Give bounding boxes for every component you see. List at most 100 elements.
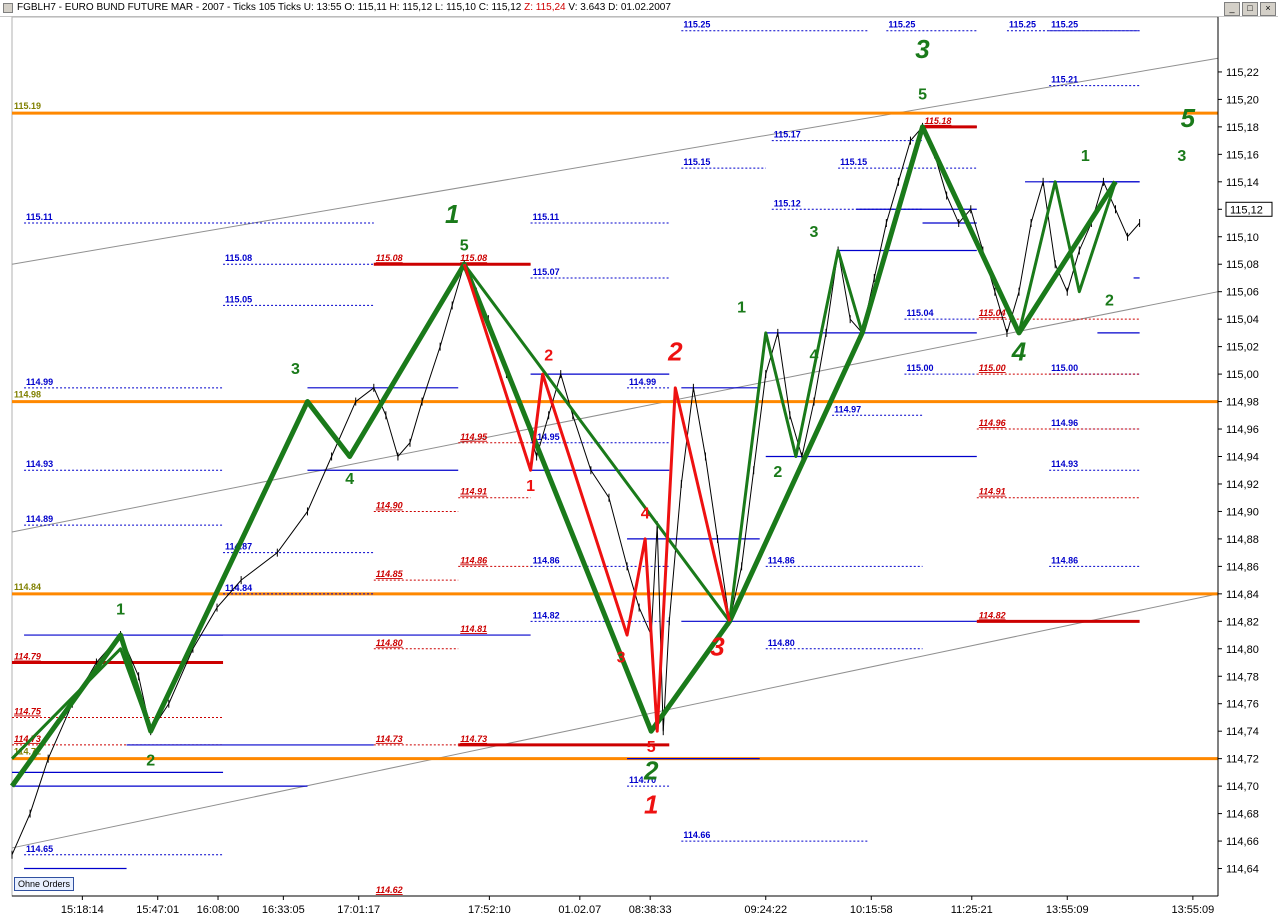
level-label-blue: 115.00	[906, 363, 933, 373]
y-tick-label: 115,14	[1226, 177, 1259, 189]
level-label-red: 114.75	[14, 706, 42, 716]
level-label-blue: 115.21	[1051, 75, 1078, 85]
wave-label-green: 2	[1105, 292, 1114, 309]
wave-label-red: 3	[710, 632, 725, 662]
level-label-red: 114.73	[376, 734, 403, 744]
level-label-red: 114.62	[376, 885, 403, 895]
y-tick-label: 114,86	[1226, 561, 1259, 573]
y-tick-label: 114,70	[1226, 781, 1259, 793]
level-label-blue: 114.86	[1051, 555, 1078, 565]
level-label-red: 114.82	[979, 610, 1006, 620]
x-tick-label: 13:55:09	[1171, 904, 1214, 916]
y-tick-label: 115,04	[1226, 314, 1259, 326]
y-tick-label: 114,78	[1226, 671, 1259, 683]
price-chart[interactable]: 115.19114.98114.84114.72115.25 115.25 115.…	[0, 0, 1278, 917]
y-tick-label: 114,98	[1226, 397, 1259, 409]
x-tick-label: 09:24:22	[744, 904, 787, 916]
wave-label-green: 4	[1011, 336, 1027, 366]
x-tick-label: 08:38:33	[629, 904, 672, 916]
level-label-blue: 114.89	[26, 514, 53, 524]
level-label-blue: 114.86	[768, 555, 795, 565]
x-tick-label: 15:18:14	[61, 904, 104, 916]
level-label-red: 114.81	[460, 624, 487, 634]
wave-label-green: 3	[915, 34, 930, 64]
wave-label-green: 5	[918, 86, 927, 103]
wave-label-red: 2	[667, 336, 683, 366]
level-label-blue: 114.65	[26, 844, 53, 854]
level-label-blue: 114.93	[26, 459, 53, 469]
wave-label-green: 2	[643, 755, 659, 785]
level-label-red: 114.95	[460, 432, 488, 442]
y-tick-label: 115,02	[1226, 342, 1259, 354]
x-tick-label: 01.02.07	[558, 904, 601, 916]
y-tick-label: 115,16	[1226, 149, 1259, 161]
wave-label-green: 1	[1081, 148, 1090, 165]
wave-label-green: 5	[1181, 103, 1196, 133]
wave-label-green: 4	[345, 471, 354, 488]
wave-label-red: 1	[644, 790, 658, 820]
level-label-red: 114.80	[376, 638, 403, 648]
x-tick-label: 16:08:00	[197, 904, 240, 916]
last-price-label: 115,12	[1230, 204, 1263, 216]
level-label-blue: 115.04	[906, 308, 933, 318]
level-label-blue: 115.25	[683, 20, 710, 30]
level-label-blue: 114.97	[834, 404, 861, 414]
y-tick-label: 114,72	[1226, 754, 1259, 766]
y-tick-label: 115,06	[1226, 287, 1259, 299]
level-label-red: 115.08	[376, 253, 403, 263]
y-tick-label: 115,20	[1226, 94, 1259, 106]
level-label-blue: 115.07	[533, 267, 560, 277]
y-tick-label: 114,80	[1226, 644, 1259, 656]
level-label-blue: 114.96	[1051, 418, 1078, 428]
x-tick-label: 10:15:58	[850, 904, 893, 916]
ohne-orders-button[interactable]: Ohne Orders	[14, 877, 75, 891]
wave-label-red: 4	[641, 505, 650, 522]
level-label-red: 114.96	[979, 418, 1007, 428]
y-tick-label: 114,66	[1226, 836, 1259, 848]
wave-label-red: 1	[526, 478, 535, 495]
wave-label-green: 2	[773, 464, 782, 481]
level-label-blue: 115.15	[840, 157, 867, 167]
level-label-red: 114.91	[460, 487, 487, 497]
wave-label-green: 1	[116, 601, 125, 618]
y-tick-label: 114,76	[1226, 699, 1259, 711]
level-label-blue: 115.11	[533, 212, 560, 222]
wave-label-green: 1	[737, 299, 746, 316]
level-label-blue: 115.11	[26, 212, 53, 222]
level-label-red: 114.79	[14, 652, 41, 662]
level-label-blue: 115.17	[774, 130, 801, 140]
level-label-blue: 115.25	[888, 20, 915, 30]
level-label-blue: 114.93	[1051, 459, 1078, 469]
level-label-blue: 115.12	[774, 198, 801, 208]
x-tick-label: 16:33:05	[262, 904, 305, 916]
y-tick-label: 114,96	[1226, 424, 1259, 436]
level-label-blue: 114.82	[533, 610, 560, 620]
y-tick-label: 115,18	[1226, 122, 1259, 134]
level-label-orange: 114.98	[14, 390, 41, 400]
level-label-blue: 114.99	[26, 377, 53, 387]
x-tick-label: 15:47:01	[136, 904, 179, 916]
level-label-blue: 114.86	[533, 555, 560, 565]
level-label-blue: 114.99	[629, 377, 656, 387]
y-tick-label: 114,88	[1226, 534, 1259, 546]
y-tick-label: 114,94	[1226, 452, 1259, 464]
level-label-red: 114.91	[979, 487, 1006, 497]
wave-label-green: 3	[1177, 148, 1186, 165]
y-tick-label: 114,74	[1226, 726, 1259, 738]
y-tick-label: 114,82	[1226, 616, 1259, 628]
level-label-blue: 115.25	[1009, 20, 1036, 30]
wave-label-green: 2	[146, 753, 155, 770]
y-tick-label: 115,10	[1226, 232, 1259, 244]
wave-label-red: 3	[617, 650, 626, 667]
x-tick-label: 11:25:21	[951, 904, 993, 916]
x-tick-label: 17:01:17	[337, 904, 380, 916]
wave-label-green: 5	[460, 237, 469, 254]
level-label-red: 114.73	[460, 734, 487, 744]
y-tick-label: 115,00	[1226, 369, 1259, 381]
wave-label-green: 3	[810, 224, 819, 241]
y-tick-label: 114,64	[1226, 864, 1259, 876]
plot-area	[11, 16, 1219, 897]
x-tick-label: 17:52:10	[468, 904, 511, 916]
wave-label-green: 3	[291, 361, 300, 378]
y-tick-label: 114,92	[1226, 479, 1259, 491]
